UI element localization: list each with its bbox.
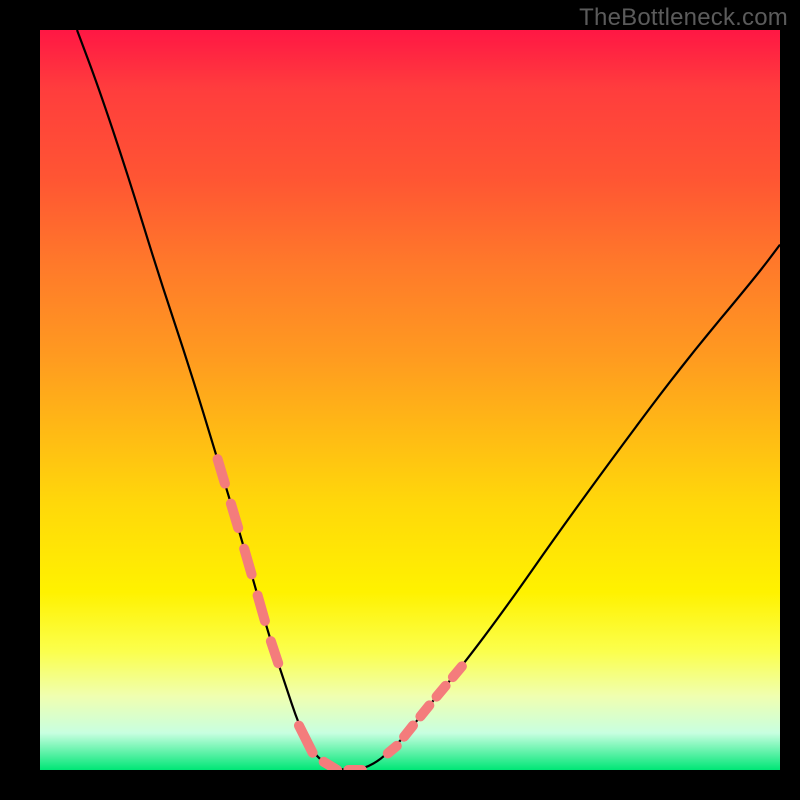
left-dash-band: [218, 459, 279, 663]
right-dash-band: [388, 666, 462, 753]
bottleneck-curve: [77, 30, 780, 770]
curve-svg: [40, 30, 780, 770]
valley-dash-band: [299, 726, 362, 770]
watermark-text: TheBottleneck.com: [579, 4, 788, 32]
chart-frame: TheBottleneck.com: [0, 0, 800, 800]
plot-area: [40, 30, 780, 770]
